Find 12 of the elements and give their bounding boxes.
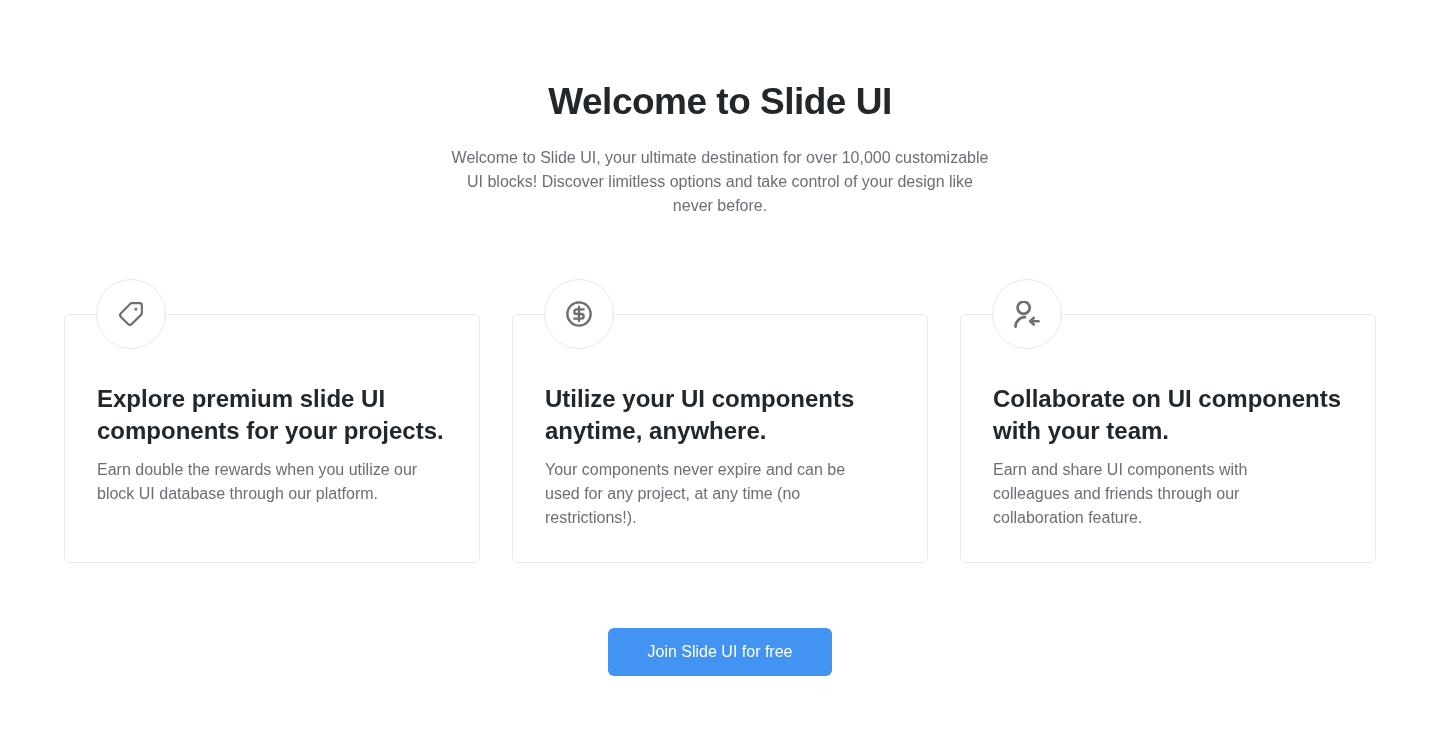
feature-description: Your components never expire and can be used for any project, at any time (no restrictions!). <box>545 460 847 528</box>
feature-title: Utilize your UI components anytime, anywhere. <box>545 384 856 446</box>
tag-icon <box>118 301 144 327</box>
dollar-coin-icon <box>565 300 593 328</box>
feature-description: Earn and share UI components with colleagues and friends through our collaboration feature. <box>993 460 1249 528</box>
page-title: Welcome to Slide UI <box>548 80 892 124</box>
page-subtitle: Welcome to Slide UI, your ultimate destination for over 10,000 customizable UI blocks! Discover limitless options and take control of your design like never before. <box>450 148 990 216</box>
feature-description: Earn double the rewards when you utilize our block UI database through our platform. <box>97 460 419 504</box>
user-arrow-icon <box>1014 300 1040 328</box>
feature-title: Collaborate on UI components with your team. <box>993 384 1343 446</box>
feature-title: Explore premium slide UI components for your projects. <box>97 384 445 446</box>
join-button[interactable]: Join Slide UI for free <box>608 628 832 676</box>
